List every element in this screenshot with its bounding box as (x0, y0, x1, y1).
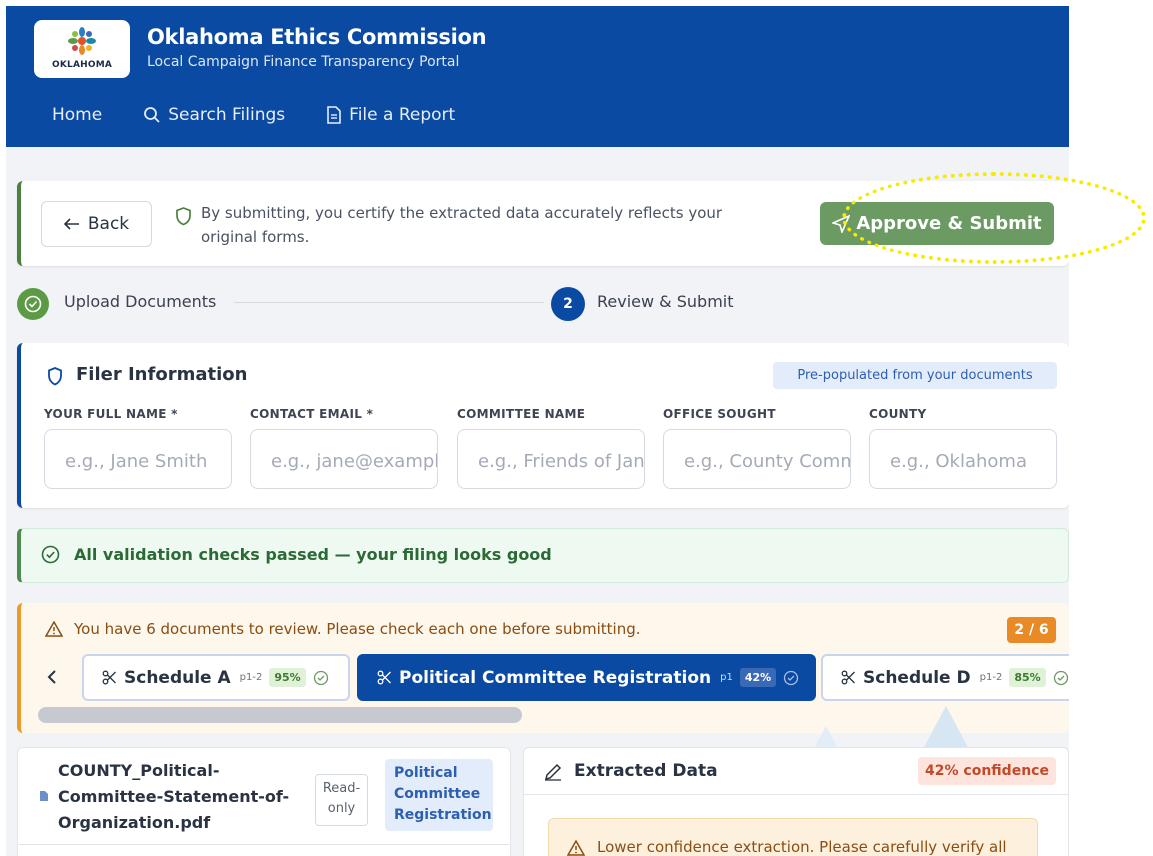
office-sought-input[interactable]: e.g., County Commissioner (663, 429, 851, 489)
read-only-badge: Read-only (315, 774, 368, 826)
back-button[interactable]: Back (41, 201, 152, 247)
scissors-icon (102, 670, 116, 685)
shield-icon (48, 367, 62, 386)
check-circle-icon (784, 670, 799, 685)
validation-banner: All validation checks passed — your fili… (17, 528, 1069, 583)
review-instructions: You have 6 documents to review. Please c… (74, 620, 641, 638)
tab-schedule-d[interactable]: Schedule D p1-2 85% (821, 654, 1069, 701)
nav-search-filings[interactable]: Search Filings (143, 105, 285, 125)
contact-email-input[interactable]: e.g., jane@example.com (250, 429, 438, 489)
office-sought-label: OFFICE SOUGHT (663, 407, 776, 421)
tab-schedule-a[interactable]: Schedule A p1-2 95% (82, 654, 350, 701)
full-name-input[interactable]: e.g., Jane Smith (44, 429, 232, 489)
filer-information-title: Filer Information (76, 364, 248, 385)
document-panel: COUNTY_Political-Committee-Statement-of-… (17, 747, 511, 856)
nav-home-label: Home (52, 105, 103, 125)
arrow-left-icon (63, 218, 79, 230)
page: OKLAHOMA Oklahoma Ethics Commission Loca… (0, 0, 1153, 856)
check-circle-icon (313, 670, 328, 685)
document-icon (327, 106, 341, 124)
site-title: Oklahoma Ethics Commission (147, 25, 487, 49)
committee-name-input[interactable]: e.g., Friends of Jane (457, 429, 645, 489)
contact-email-label: CONTACT EMAIL * (250, 407, 374, 421)
document-count-badge: 2 / 6 (1007, 617, 1056, 643)
low-confidence-warning: Lower confidence extraction. Please care… (548, 818, 1038, 856)
step-connector (234, 302, 544, 303)
nav-file-report[interactable]: File a Report (326, 105, 455, 125)
warning-icon (45, 621, 63, 637)
main-nav: Home Search Filings File a Report (52, 105, 496, 125)
scissors-icon (377, 670, 391, 685)
county-input[interactable]: e.g., Oklahoma (869, 429, 1057, 489)
prepopulated-badge: Pre-populated from your documents (773, 362, 1057, 389)
tab-pcr-label: Political Committee Registration (399, 667, 712, 688)
certify-text: By submitting, you certify the extracted… (201, 204, 723, 246)
tab-schedule-a-confidence: 95% (269, 668, 306, 687)
logo-mark-icon (68, 27, 96, 55)
county-label: COUNTY (869, 407, 927, 421)
divider (524, 794, 1068, 795)
file-icon (40, 791, 48, 801)
tab-pcr-pages: p1 (720, 672, 733, 683)
nav-search-label: Search Filings (168, 105, 286, 125)
nav-file-label: File a Report (349, 105, 456, 125)
site-header: OKLAHOMA Oklahoma Ethics Commission Loca… (6, 6, 1069, 147)
extracted-data-title: Extracted Data (574, 761, 718, 781)
oklahoma-logo[interactable]: OKLAHOMA (34, 20, 130, 78)
pencil-icon (544, 763, 562, 781)
tab-schedule-d-label: Schedule D (863, 667, 971, 688)
validation-text: All validation checks passed — your fili… (74, 545, 552, 564)
logo-text: OKLAHOMA (51, 60, 113, 70)
tab-schedule-d-confidence: 85% (1009, 668, 1046, 687)
check-circle-icon (1053, 670, 1068, 685)
full-name-label: YOUR FULL NAME * (44, 407, 178, 421)
shield-check-icon (176, 207, 191, 226)
check-circle-icon (41, 545, 60, 564)
divider (18, 844, 510, 845)
step-2-label: Review & Submit (597, 292, 734, 311)
extracted-data-panel: Extracted Data 42% confidence Lower conf… (523, 747, 1069, 856)
filer-information-card: Filer Information Pre-populated from you… (17, 343, 1069, 508)
committee-name-label: COMMITTEE NAME (457, 407, 586, 421)
warning-icon (567, 840, 585, 856)
nav-home[interactable]: Home (52, 105, 102, 125)
confidence-badge: 42% confidence (918, 757, 1056, 785)
tab-political-committee-registration[interactable]: Political Committee Registration p1 42% (357, 654, 816, 701)
step-1-indicator (17, 288, 49, 320)
annotation-highlight (842, 172, 1146, 264)
site-subtitle: Local Campaign Finance Transparency Port… (147, 54, 460, 70)
check-circle-icon (24, 295, 42, 313)
low-confidence-text: Lower confidence extraction. Please care… (597, 838, 1007, 856)
tabs-scrollbar[interactable] (38, 707, 522, 723)
step-2-indicator: 2 (551, 287, 585, 321)
step-1-label: Upload Documents (64, 292, 217, 311)
document-type-badge: Political Committee Registration (385, 759, 493, 831)
tab-schedule-a-label: Schedule A (124, 667, 231, 688)
back-button-label: Back (87, 214, 130, 234)
app-window: OKLAHOMA Oklahoma Ethics Commission Loca… (6, 6, 1069, 856)
tab-schedule-d-pages: p1-2 (979, 672, 1003, 683)
tab-schedule-a-pages: p1-2 (239, 672, 263, 683)
tab-pcr-confidence: 42% (739, 668, 777, 687)
scissors-icon (841, 670, 855, 685)
document-filename: COUNTY_Political-Committee-Statement-of-… (58, 761, 290, 832)
search-icon (144, 107, 160, 123)
chevron-left-icon[interactable] (47, 669, 57, 690)
